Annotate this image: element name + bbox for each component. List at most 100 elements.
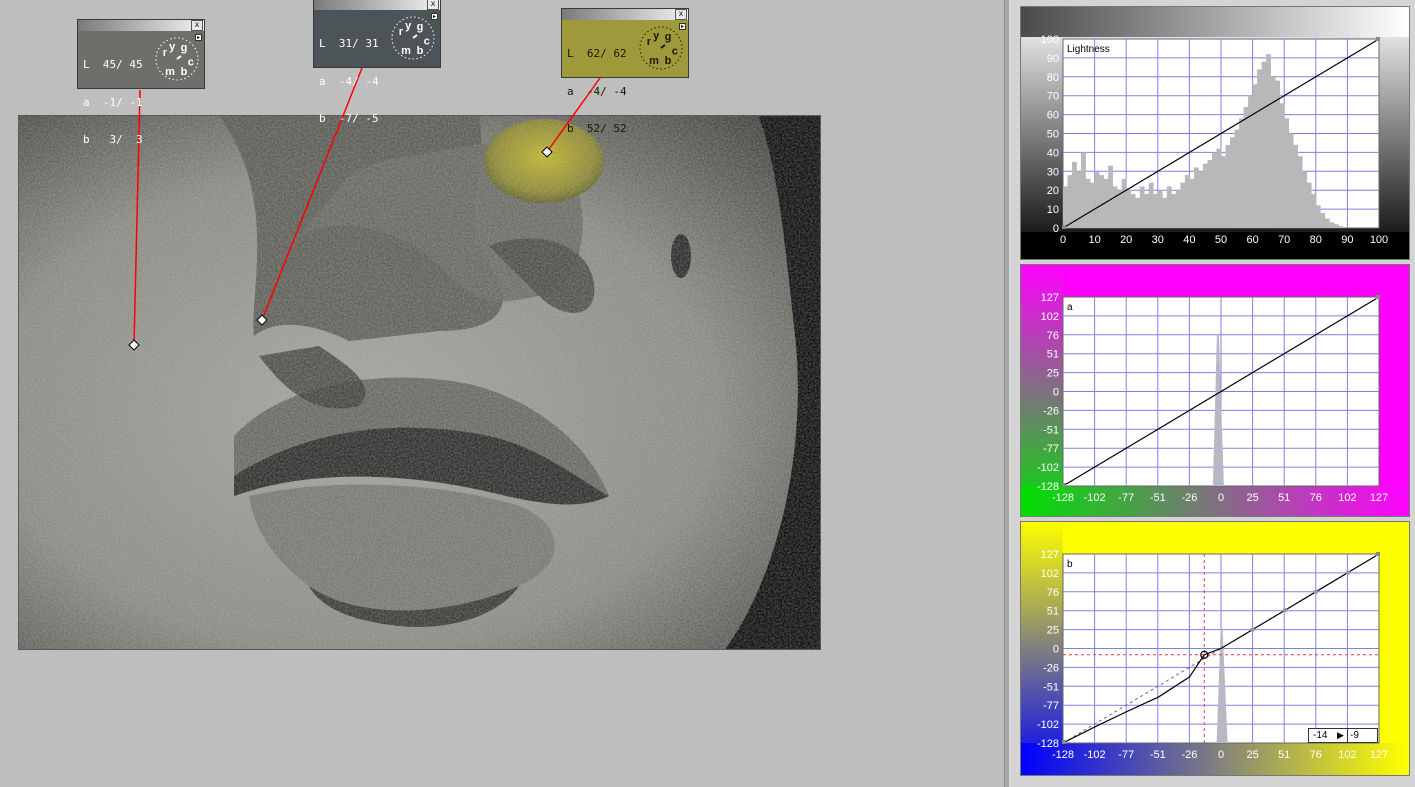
color-wheel-dial-icon: ry gcbm — [155, 37, 199, 81]
histogram-bar — [1324, 218, 1330, 228]
y-tick-label: 25 — [1047, 368, 1059, 380]
histogram-bar — [1117, 190, 1122, 228]
x-tick-label: 76 — [1310, 492, 1322, 504]
point-output-value[interactable]: -9 — [1347, 729, 1359, 742]
histogram-bar — [1072, 161, 1077, 228]
histogram-bar — [1311, 193, 1317, 228]
x-tick-label: 0 — [1218, 749, 1224, 761]
y-tick-label: 50 — [1047, 129, 1059, 141]
histogram-bar — [1297, 156, 1303, 228]
y-tick-label: -77 — [1043, 443, 1059, 455]
curve-control-point — [1345, 570, 1351, 575]
photo-canvas[interactable] — [18, 115, 821, 650]
y-tick-label: -51 — [1043, 424, 1059, 436]
x-tick-label: 30 — [1152, 234, 1164, 246]
y-tick-label: 0 — [1053, 644, 1059, 656]
histogram-bar — [1108, 165, 1113, 228]
sampler-titlebar[interactable] — [314, 0, 440, 10]
endpoint-handle — [1376, 552, 1380, 556]
channel-label: a — [1067, 302, 1073, 313]
histogram-bar — [1221, 156, 1226, 228]
a-curve-panel: ◆ a1271027651250-26-51-77-102-128-128-10… — [1020, 264, 1410, 517]
histogram-bar — [1144, 193, 1150, 228]
histogram-bar — [1333, 224, 1339, 228]
histogram-bar — [1211, 152, 1217, 228]
sampler-titlebar[interactable] — [562, 9, 688, 20]
x-tick-label: 25 — [1246, 749, 1258, 761]
b-curve-panel: ◆ b1271027651250-26-51-77-102-128-128-10… — [1020, 521, 1410, 776]
x-tick-label: 70 — [1278, 234, 1290, 246]
y-tick-label: -77 — [1043, 700, 1059, 712]
y-tick-label: 76 — [1047, 330, 1059, 342]
y-tick-label: -26 — [1043, 405, 1059, 417]
dial-needle — [412, 34, 418, 39]
color-sampler-2[interactable]: x ▸ L 31/ 31 a -4/ -4 b -7/ -5 rygcbm — [313, 0, 441, 125]
sampler-b-value: b -7/ -5 — [319, 112, 379, 125]
dial-letter: b — [181, 66, 188, 78]
close-icon[interactable]: x — [675, 9, 687, 20]
sampler-a-value: a -4/ -4 — [319, 74, 379, 88]
dial-letter: m — [649, 55, 659, 67]
histogram-bar — [1126, 190, 1132, 228]
curve-point-readout[interactable]: -14 ▶ -9 — [1308, 728, 1378, 743]
lightness-curve-chart[interactable]: Lightness10090807060504030201000 10 20 30 40… — [1021, 7, 1409, 259]
y-tick-label: 25 — [1047, 625, 1059, 637]
histogram-bar — [1252, 84, 1258, 228]
y-tick-label: 51 — [1047, 606, 1059, 618]
x-tick-label: 51 — [1278, 492, 1290, 504]
dial-letter: m — [401, 45, 411, 57]
point-input-value[interactable]: -14 — [1313, 729, 1327, 742]
color-sampler-1[interactable]: x ▸ L 45/ 45 a -1/ -1 b 3/ 3 rygcbm — [77, 19, 205, 146]
arrow-right-icon: ▶ — [1337, 730, 1344, 740]
histogram-bar — [1329, 222, 1335, 228]
histogram-bar — [1121, 178, 1127, 228]
color-sampler-3[interactable]: x ▸ L 62/ 62 a -4/ -4 b 52/ 52 rygcbm — [561, 8, 689, 135]
curve-control-point — [1250, 627, 1255, 632]
x-tick-label: -51 — [1150, 492, 1166, 504]
histogram-bar — [1275, 80, 1280, 228]
histogram-bar — [1162, 197, 1168, 228]
histogram-bar — [1207, 159, 1213, 228]
stone-face-photo — [19, 116, 820, 649]
channel-label: b — [1067, 559, 1073, 570]
close-icon[interactable]: x — [427, 0, 439, 10]
y-tick-label: -102 — [1037, 462, 1059, 474]
histogram-bar — [1067, 175, 1073, 228]
y-tick-label: 20 — [1047, 185, 1059, 197]
y-tick-label: 0 — [1053, 387, 1059, 399]
sampler-titlebar[interactable] — [78, 20, 204, 31]
y-tick-label: -102 — [1037, 719, 1059, 731]
y-tick-label: 102 — [1041, 568, 1059, 580]
x-tick-label: 76 — [1310, 749, 1322, 761]
dial-needle — [660, 44, 666, 49]
histogram-bar — [1085, 178, 1091, 228]
y-tick-label: -26 — [1043, 662, 1059, 674]
close-icon[interactable]: x — [191, 20, 203, 31]
x-tick-label: 100 — [1370, 234, 1388, 246]
histogram-bar — [1315, 205, 1321, 228]
histogram-bar — [1171, 193, 1177, 228]
sampler-values: L 31/ 31 a -4/ -4 b -7/ -5 — [319, 13, 379, 151]
y-tick-label: 40 — [1047, 147, 1059, 159]
y-tick-label: 100 — [1041, 34, 1059, 46]
histogram-bar — [1257, 69, 1262, 228]
y-tick-label: -51 — [1043, 681, 1059, 693]
histogram-bar — [1306, 182, 1312, 228]
dial-letter: b — [417, 45, 424, 57]
histogram-bar — [1234, 129, 1240, 228]
x-tick-label: -128 — [1052, 749, 1074, 761]
a-curve-chart[interactable]: a1271027651250-26-51-77-102-128-128 -102-… — [1021, 265, 1409, 516]
sampler-l-value: L 62/ 62 — [567, 47, 627, 60]
dial-letter: y — [169, 41, 176, 53]
x-tick-label: 0 — [1218, 492, 1224, 504]
y-tick-label: 76 — [1047, 587, 1059, 599]
x-tick-label: -26 — [1181, 492, 1197, 504]
channel-label: Lightness — [1067, 44, 1110, 55]
x-tick-label: 102 — [1338, 492, 1356, 504]
x-tick-label: 90 — [1341, 234, 1353, 246]
sampler-values: L 45/ 45 a -1/ -1 b 3/ 3 — [83, 34, 143, 172]
dial-letter: r — [647, 36, 652, 48]
sampler-l-value: L 31/ 31 — [319, 37, 379, 50]
dial-letter: c — [672, 45, 678, 57]
x-tick-label: 60 — [1246, 234, 1258, 246]
